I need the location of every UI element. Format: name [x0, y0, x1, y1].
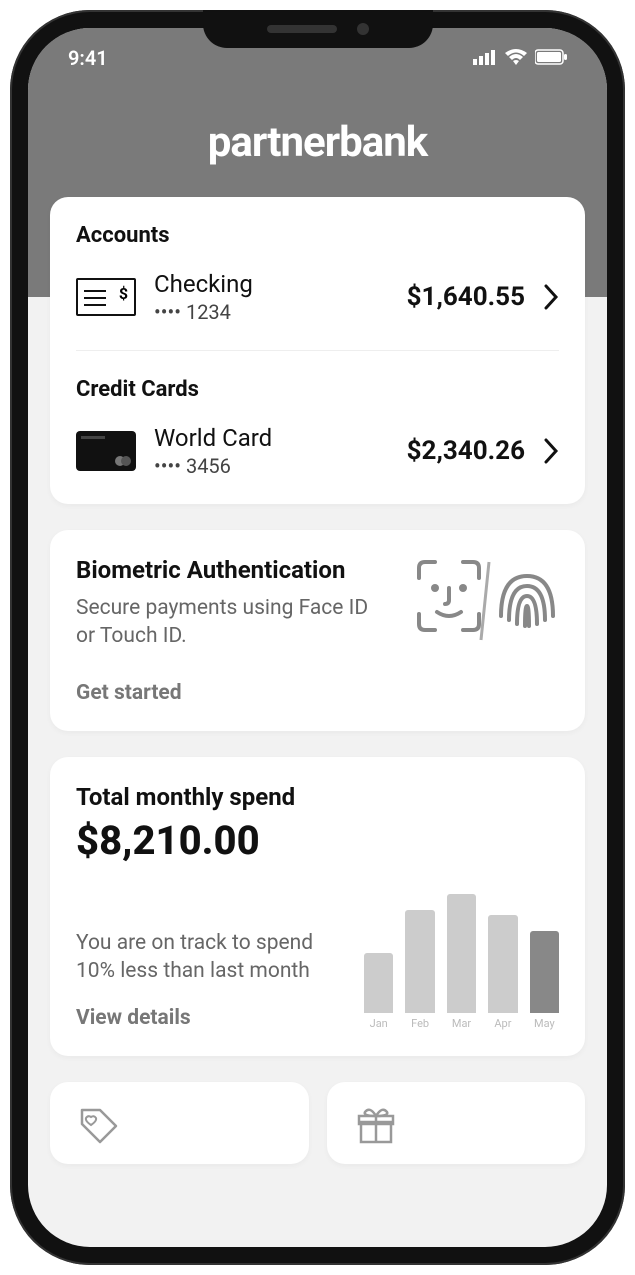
chart-bar-fill [447, 894, 476, 1013]
phone-screen: 9:41 partnerbank Accounts [28, 28, 607, 1247]
chart-bar-fill [488, 915, 517, 1013]
phone-frame: 9:41 partnerbank Accounts [10, 10, 625, 1265]
account-row-world-card[interactable]: World Card •••• 3456 $2,340.26 [76, 424, 559, 478]
spend-card: Total monthly spend $8,210.00 You are on… [50, 757, 585, 1056]
card-name: World Card [154, 424, 389, 452]
card-balance: $2,340.26 [407, 436, 525, 466]
divider [76, 350, 559, 351]
credit-title: Credit Cards [76, 377, 559, 402]
chart-bar: Feb [405, 910, 434, 1030]
chart-bar-fill [530, 931, 559, 1012]
tag-heart-icon [76, 1135, 122, 1154]
chart-bar-fill [405, 910, 434, 1013]
chart-bar-fill [364, 953, 393, 1013]
chart-bar-label: Jan [370, 1017, 388, 1030]
status-time: 9:41 [68, 46, 108, 70]
biometric-get-started-button[interactable]: Get started [76, 681, 559, 705]
credit-card-icon [76, 431, 136, 471]
gift-icon [353, 1135, 399, 1154]
chart-bar: May [530, 931, 559, 1029]
chevron-right-icon [543, 284, 559, 310]
chart-bar-label: Mar [452, 1017, 471, 1030]
chart-bar-label: Feb [411, 1017, 429, 1030]
biometric-icon [409, 556, 559, 651]
accounts-card: Accounts Checking •••• 1234 $1,640.55 Cr… [50, 197, 585, 504]
account-mask: •••• 1234 [154, 300, 389, 324]
phone-notch [203, 10, 433, 48]
brand-logo: partnerbank [28, 118, 607, 167]
chart-bar: Mar [447, 894, 476, 1030]
chart-bar-label: May [534, 1017, 555, 1030]
spend-view-details-button[interactable]: View details [76, 1006, 346, 1030]
account-name: Checking [154, 270, 389, 298]
cellular-icon [473, 46, 497, 70]
offers-card[interactable] [50, 1082, 309, 1164]
chart-bar: Jan [364, 953, 393, 1030]
chart-bar-label: Apr [494, 1017, 511, 1030]
account-balance: $1,640.55 [407, 282, 525, 312]
battery-icon [535, 46, 567, 70]
wifi-icon [505, 46, 527, 70]
spend-title: Total monthly spend [76, 783, 559, 811]
card-mask: •••• 3456 [154, 454, 389, 478]
accounts-title: Accounts [76, 223, 559, 248]
biometric-desc: Secure payments using Face ID or Touch I… [76, 594, 376, 651]
rewards-card[interactable] [327, 1082, 586, 1164]
account-row-checking[interactable]: Checking •••• 1234 $1,640.55 [76, 270, 559, 324]
spend-desc: You are on track to spend 10% less than … [76, 929, 346, 986]
check-icon [76, 278, 136, 316]
spend-amount: $8,210.00 [76, 817, 559, 864]
chevron-right-icon [543, 438, 559, 464]
biometric-card: Biometric Authentication Secure payments… [50, 530, 585, 731]
biometric-title: Biometric Authentication [76, 556, 376, 584]
spend-bar-chart: Jan Feb Mar Apr May [364, 880, 559, 1030]
chart-bar: Apr [488, 915, 517, 1030]
